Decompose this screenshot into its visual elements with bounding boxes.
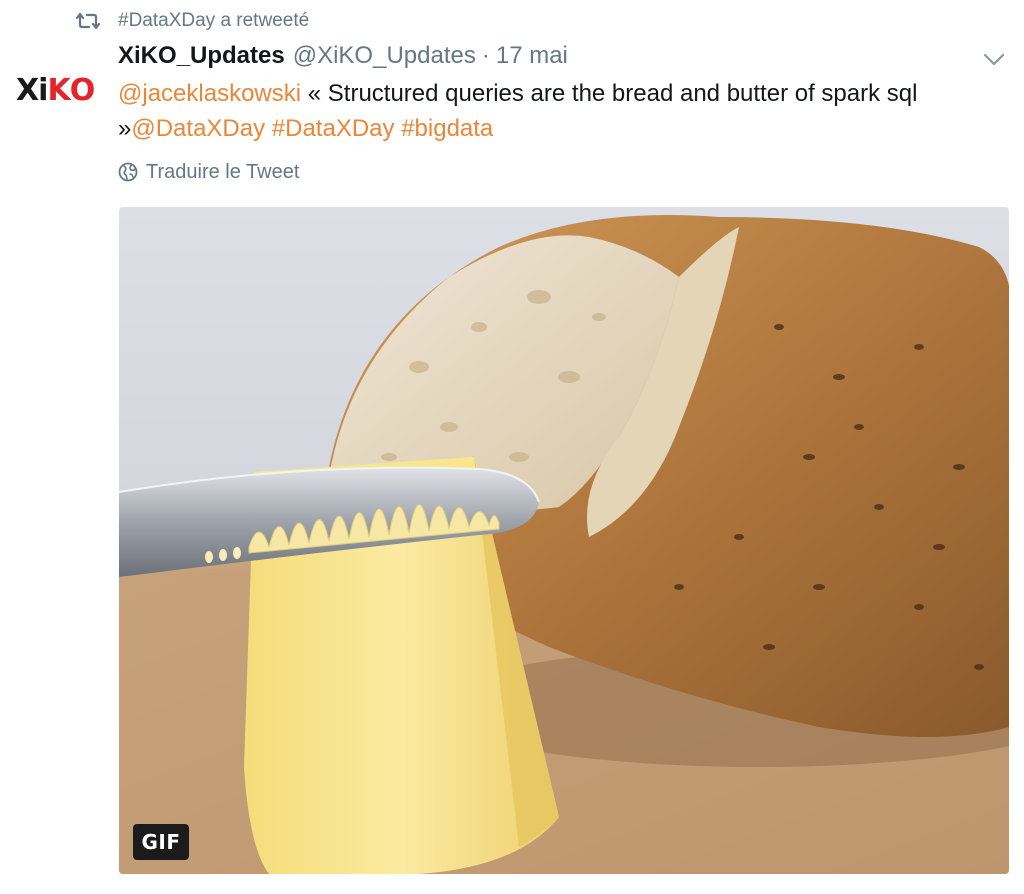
avatar-logo-k: K [47, 73, 70, 108]
tweet-header: XiKO_Updates @XiKO_Updates · 17 mai [118, 42, 568, 72]
gif-badge: GIF [133, 824, 189, 860]
chevron-down-icon[interactable] [980, 48, 1008, 70]
avatar-logo-o: O [69, 73, 95, 108]
globe-icon [118, 162, 138, 182]
retweet-label[interactable]: #DataXDay a retweeté [118, 10, 309, 32]
header-separator: · [481, 42, 490, 69]
mention-link-datax[interactable]: @DataXDay [131, 115, 265, 142]
author-fullname[interactable]: XiKO_Updates [118, 42, 285, 70]
avatar-logo: X [16, 73, 39, 108]
avatar[interactable]: XiKO [16, 72, 102, 110]
gif-media[interactable]: GIF [119, 207, 1009, 874]
tweet-text: @jaceklaskowski « Structured queries are… [118, 76, 918, 146]
hashtag-link-dataxday[interactable]: #DataXDay [272, 115, 395, 142]
translate-label: Traduire le Tweet [146, 160, 300, 183]
avatar-logo-i: i [38, 73, 48, 108]
mention-link[interactable]: @jaceklaskowski [118, 80, 301, 107]
retweet-context: #DataXDay a retweeté [76, 8, 309, 34]
gif-image [119, 207, 1009, 874]
translate-tweet-button[interactable]: Traduire le Tweet [118, 158, 299, 186]
retweet-icon [76, 12, 100, 30]
tweet: #DataXDay a retweeté XiKO XiKO_Updates @… [0, 0, 1024, 894]
author-username[interactable]: @XiKO_Updates [293, 42, 476, 70]
hashtag-link-bigdata[interactable]: #bigdata [401, 115, 493, 142]
tweet-timestamp[interactable]: 17 mai [496, 42, 568, 70]
